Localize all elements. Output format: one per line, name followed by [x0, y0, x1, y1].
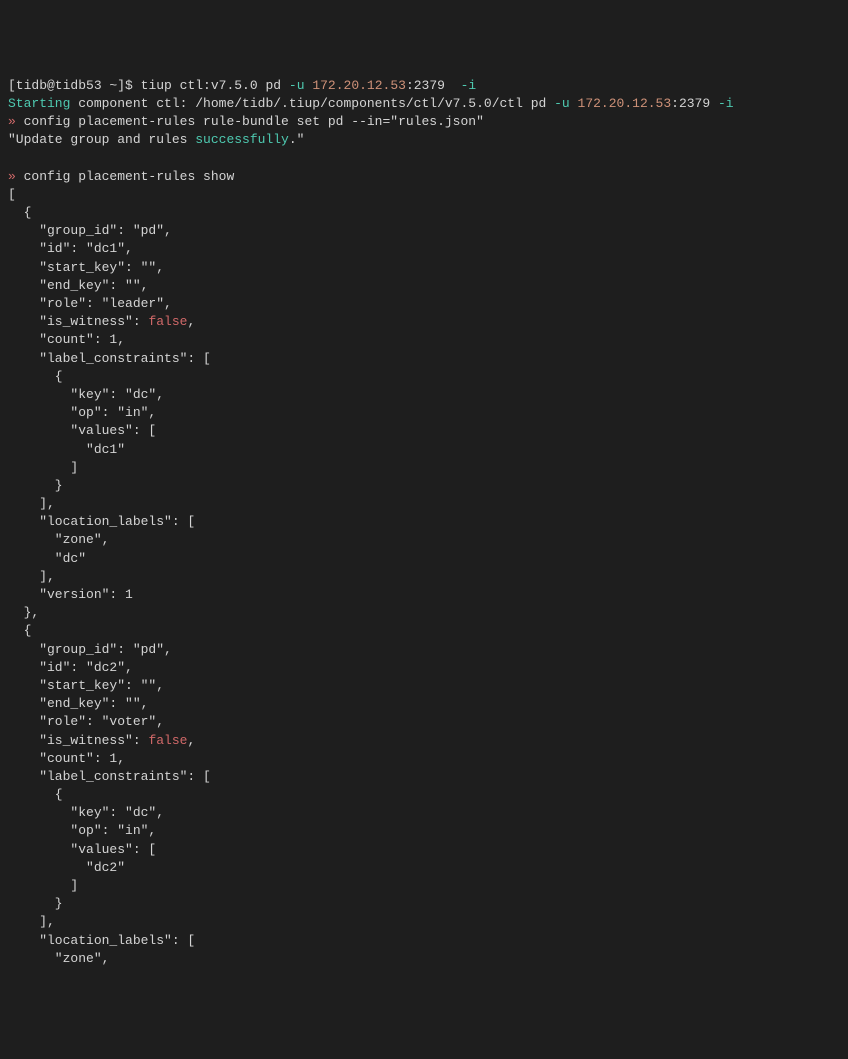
- json-line: "group_id": "pd",: [8, 641, 840, 659]
- false-keyword: false: [148, 314, 187, 329]
- json-line: "key": "dc",: [8, 386, 840, 404]
- prompt-port: :2379: [406, 78, 445, 93]
- json-line: "count": 1,: [8, 331, 840, 349]
- flag-i: -i: [461, 78, 477, 93]
- json-line: "op": "in",: [8, 822, 840, 840]
- json-line: "end_key": "",: [8, 695, 840, 713]
- cmd2-text: config placement-rules show: [16, 169, 234, 184]
- prompt-command: tiup ctl:v7.5.0 pd: [141, 78, 281, 93]
- json-output-block: [ { "group_id": "pd", "id": "dc1", "star…: [8, 186, 840, 968]
- json-line: {: [8, 204, 840, 222]
- blank-line: [8, 150, 840, 168]
- starting-label: Starting: [8, 96, 70, 111]
- json-line: "location_labels": [: [8, 932, 840, 950]
- cmd2-line: » config placement-rules show: [8, 168, 840, 186]
- json-line: "id": "dc2",: [8, 659, 840, 677]
- json-line: "location_labels": [: [8, 513, 840, 531]
- json-text: ,: [187, 733, 195, 748]
- json-line: "role": "leader",: [8, 295, 840, 313]
- json-line: ],: [8, 495, 840, 513]
- false-keyword: false: [148, 733, 187, 748]
- json-line: ],: [8, 913, 840, 931]
- json-line: "label_constraints": [: [8, 768, 840, 786]
- cmd1-text: config placement-rules rule-bundle set p…: [16, 114, 484, 129]
- terminal-output[interactable]: [tidb@tidb53 ~]$ tiup ctl:v7.5.0 pd -u 1…: [8, 77, 840, 968]
- json-line: "op": "in",: [8, 404, 840, 422]
- result1-line: "Update group and rules successfully.": [8, 131, 840, 149]
- json-line: "is_witness": false,: [8, 313, 840, 331]
- starting-flag-u: -u: [554, 96, 570, 111]
- json-line: "zone",: [8, 950, 840, 968]
- result1-prefix: "Update group and rules: [8, 132, 195, 147]
- json-line: ]: [8, 459, 840, 477]
- json-line: "values": [: [8, 841, 840, 859]
- json-text: "is_witness":: [8, 314, 148, 329]
- prompt-ip: 172.20.12.53: [312, 78, 406, 93]
- json-line: "label_constraints": [: [8, 350, 840, 368]
- starting-ip: 172.20.12.53: [578, 96, 672, 111]
- json-line: "start_key": "",: [8, 677, 840, 695]
- json-line: "key": "dc",: [8, 804, 840, 822]
- result1-success: successfully: [195, 132, 289, 147]
- json-text: "is_witness":: [8, 733, 148, 748]
- json-line: {: [8, 786, 840, 804]
- json-line: "dc": [8, 550, 840, 568]
- json-line: ],: [8, 568, 840, 586]
- json-line: },: [8, 604, 840, 622]
- json-line: "values": [: [8, 422, 840, 440]
- json-line: [: [8, 186, 840, 204]
- starting-line: Starting component ctl: /home/tidb/.tiup…: [8, 95, 840, 113]
- flag-u: -u: [289, 78, 305, 93]
- json-line: "is_witness": false,: [8, 732, 840, 750]
- json-line: ]: [8, 877, 840, 895]
- json-line: "id": "dc1",: [8, 240, 840, 258]
- json-text: ,: [187, 314, 195, 329]
- json-line: "zone",: [8, 531, 840, 549]
- json-line: "count": 1,: [8, 750, 840, 768]
- json-line: }: [8, 477, 840, 495]
- cmd1-arrow: »: [8, 114, 16, 129]
- prompt-line: [tidb@tidb53 ~]$ tiup ctl:v7.5.0 pd -u 1…: [8, 77, 840, 95]
- prompt-user-host: [tidb@tidb53 ~]$: [8, 78, 133, 93]
- starting-port: :2379: [671, 96, 718, 111]
- starting-rest: component ctl: /home/tidb/.tiup/componen…: [70, 96, 554, 111]
- result1-suffix: .": [289, 132, 305, 147]
- json-line: "dc2": [8, 859, 840, 877]
- cmd2-arrow: »: [8, 169, 16, 184]
- cmd1-line: » config placement-rules rule-bundle set…: [8, 113, 840, 131]
- json-line: "version": 1: [8, 586, 840, 604]
- json-line: }: [8, 895, 840, 913]
- json-line: {: [8, 622, 840, 640]
- json-line: "group_id": "pd",: [8, 222, 840, 240]
- json-line: "end_key": "",: [8, 277, 840, 295]
- json-line: "start_key": "",: [8, 259, 840, 277]
- json-line: "dc1": [8, 441, 840, 459]
- starting-flag-i: -i: [718, 96, 734, 111]
- json-line: {: [8, 368, 840, 386]
